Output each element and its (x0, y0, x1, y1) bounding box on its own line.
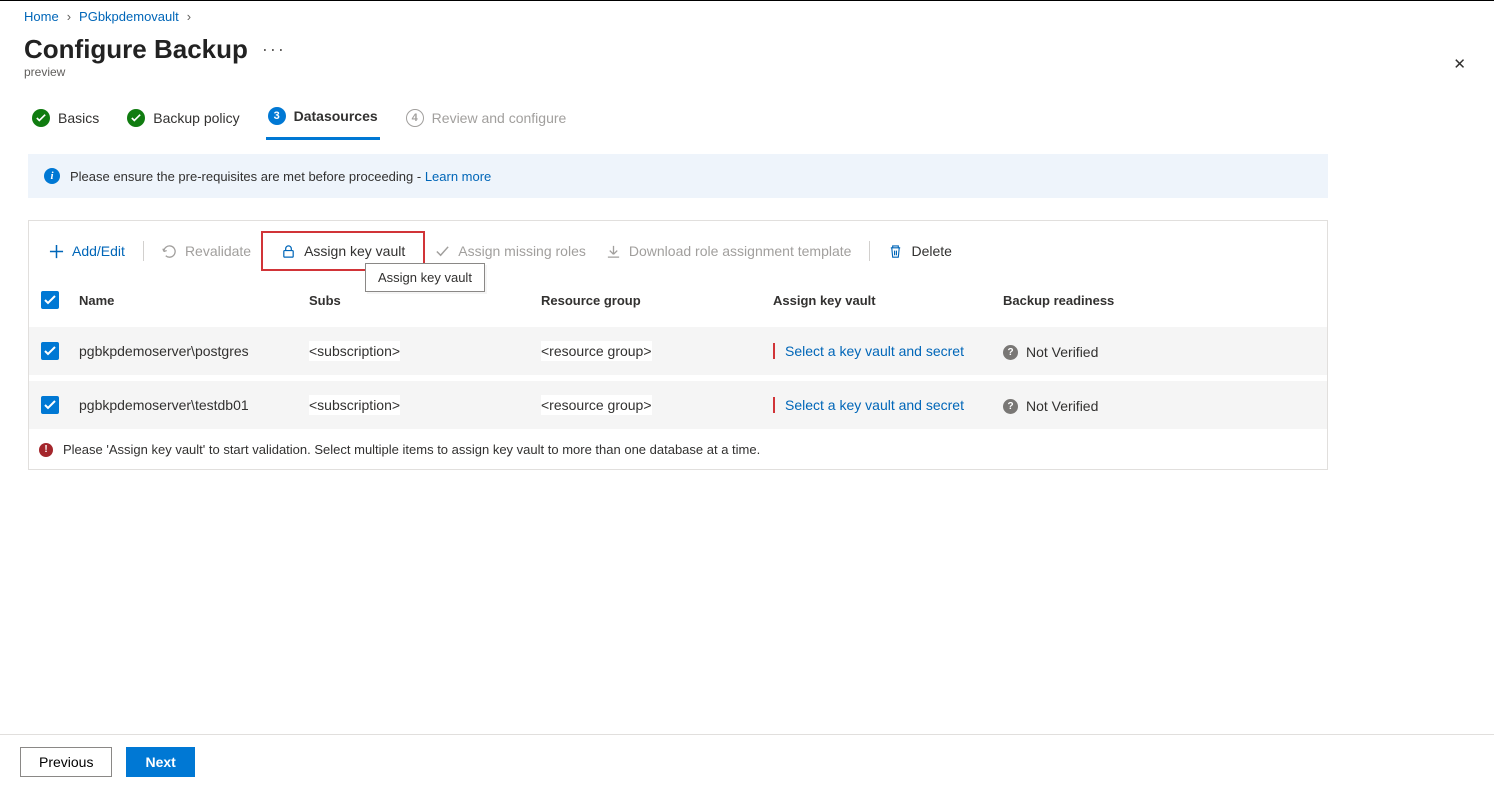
step-basics[interactable]: Basics (30, 101, 101, 139)
check-icon (435, 244, 450, 259)
table-row[interactable]: pgbkpdemoserver\postgres <subscription> … (29, 324, 1327, 378)
add-edit-button[interactable]: Add/Edit (39, 237, 135, 265)
trash-icon (888, 244, 903, 259)
delete-label: Delete (911, 243, 951, 259)
assign-kv-label: Assign key vault (304, 243, 405, 259)
cell-name: pgbkpdemoserver\postgres (71, 324, 301, 378)
col-readiness: Backup readiness (995, 281, 1327, 324)
revalidate-label: Revalidate (185, 243, 251, 259)
download-icon (606, 244, 621, 259)
delete-button[interactable]: Delete (878, 237, 961, 265)
col-assign-kv: Assign key vault (765, 281, 995, 324)
toolbar-separator (869, 241, 870, 261)
banner-text: Please ensure the pre-requisites are met… (70, 169, 425, 184)
breadcrumb: Home › PGbkpdemovault › (0, 1, 1494, 28)
col-name: Name (71, 281, 301, 324)
learn-more-link[interactable]: Learn more (425, 169, 491, 184)
step-policy-label: Backup policy (153, 110, 239, 126)
datasources-table: Name Subs Resource group Assign key vaul… (29, 281, 1327, 429)
cell-resource-group: <resource group> (541, 341, 652, 361)
select-key-vault-link[interactable]: Select a key vault and secret (785, 343, 964, 359)
row-checkbox[interactable] (41, 342, 59, 360)
row-checkbox[interactable] (41, 396, 59, 414)
step-number-icon: 3 (268, 107, 286, 125)
revalidate-button: Revalidate (152, 237, 261, 265)
step-review-label: Review and configure (432, 110, 567, 126)
wizard-footer: Previous Next (0, 734, 1494, 789)
step-datasources[interactable]: 3 Datasources (266, 99, 380, 140)
prerequisite-info-banner: i Please ensure the pre-requisites are m… (28, 154, 1328, 198)
datasources-panel: Add/Edit Revalidate Assign key vault Ass… (28, 220, 1328, 470)
step-review-configure: 4 Review and configure (404, 101, 569, 139)
chevron-right-icon: › (187, 9, 191, 24)
refresh-icon (162, 244, 177, 259)
more-dots-icon[interactable]: ··· (262, 39, 286, 60)
cell-name: pgbkpdemoserver\testdb01 (71, 378, 301, 429)
cell-readiness: Not Verified (1026, 344, 1098, 360)
validation-hint-text: Please 'Assign key vault' to start valid… (63, 442, 760, 457)
wizard-steps: Basics Backup policy 3 Datasources 4 Rev… (0, 93, 1494, 140)
toolbar-separator (143, 241, 144, 261)
question-icon: ? (1003, 345, 1018, 360)
cell-subscription: <subscription> (309, 341, 400, 361)
datasources-toolbar: Add/Edit Revalidate Assign key vault Ass… (29, 221, 1327, 281)
table-row[interactable]: pgbkpdemoserver\testdb01 <subscription> … (29, 378, 1327, 429)
close-icon[interactable]: ✕ (1453, 55, 1466, 73)
assign-roles-label: Assign missing roles (458, 243, 586, 259)
select-key-vault-link[interactable]: Select a key vault and secret (785, 397, 964, 413)
assign-key-vault-button[interactable]: Assign key vault (271, 237, 415, 265)
download-tpl-label: Download role assignment template (629, 243, 852, 259)
error-icon: ! (39, 443, 53, 457)
breadcrumb-vault[interactable]: PGbkpdemovault (79, 9, 179, 24)
select-all-checkbox[interactable] (41, 291, 59, 309)
col-resource-group: Resource group (533, 281, 765, 324)
cell-subscription: <subscription> (309, 395, 400, 415)
breadcrumb-home[interactable]: Home (24, 9, 59, 24)
step-basics-label: Basics (58, 110, 99, 126)
step-datasources-label: Datasources (294, 108, 378, 124)
question-icon: ? (1003, 399, 1018, 414)
assign-key-vault-tooltip: Assign key vault (365, 263, 485, 292)
assign-missing-roles-button: Assign missing roles (425, 237, 596, 265)
info-icon: i (44, 168, 60, 184)
lock-icon (281, 244, 296, 259)
cell-readiness: Not Verified (1026, 398, 1098, 414)
step-backup-policy[interactable]: Backup policy (125, 101, 241, 139)
preview-label: preview (0, 65, 1494, 93)
plus-icon (49, 244, 64, 259)
add-edit-label: Add/Edit (72, 243, 125, 259)
previous-button[interactable]: Previous (20, 747, 112, 777)
validation-hint: ! Please 'Assign key vault' to start val… (29, 429, 1327, 469)
chevron-right-icon: › (67, 9, 71, 24)
download-role-template-button: Download role assignment template (596, 237, 862, 265)
cell-resource-group: <resource group> (541, 395, 652, 415)
check-icon (127, 109, 145, 127)
page-title: Configure Backup (24, 34, 248, 65)
step-number-icon: 4 (406, 109, 424, 127)
next-button[interactable]: Next (126, 747, 194, 777)
check-icon (32, 109, 50, 127)
